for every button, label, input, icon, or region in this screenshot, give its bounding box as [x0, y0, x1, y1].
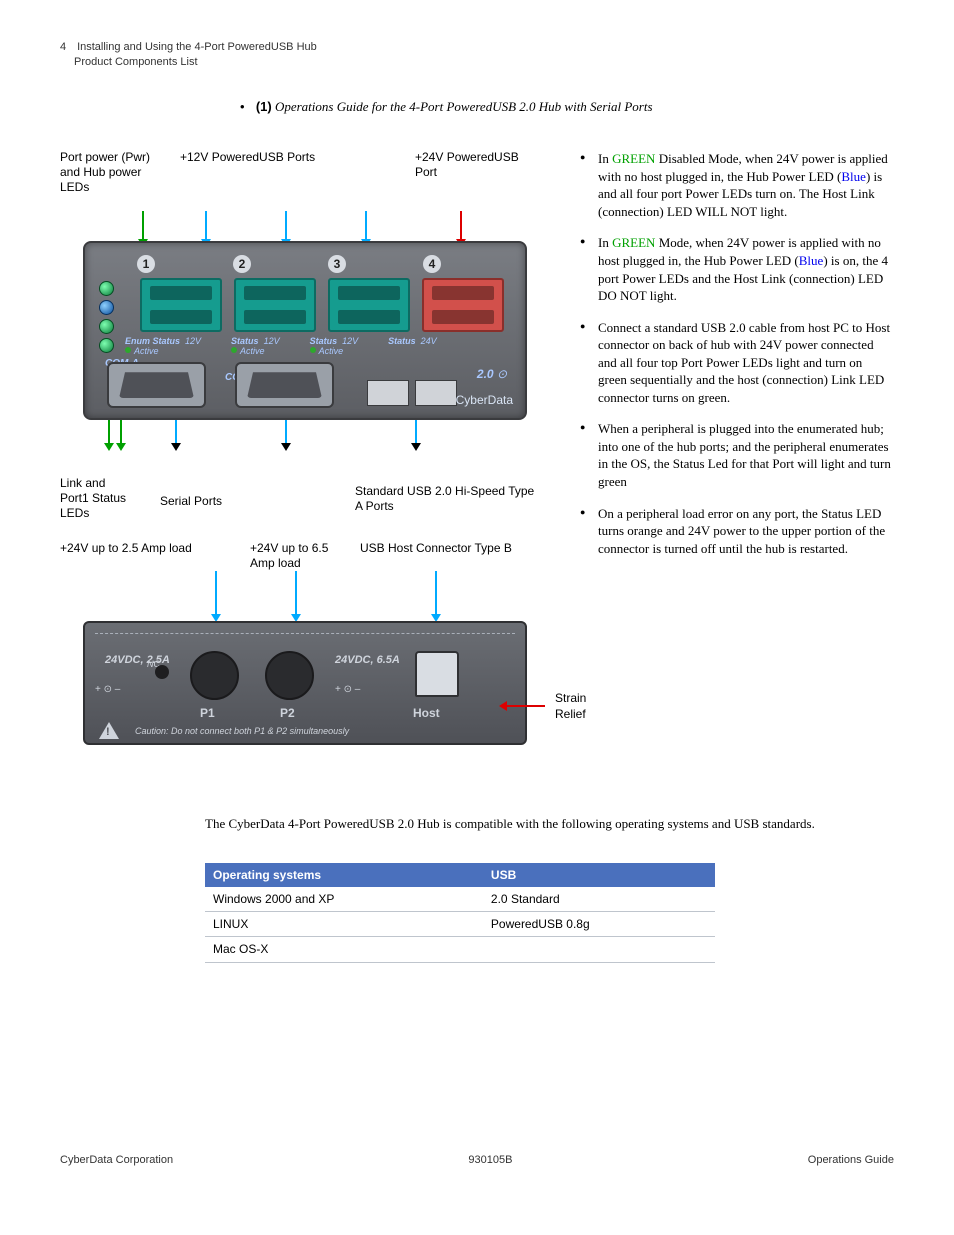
bullet-item: In GREEN Disabled Mode, when 24V power i… — [580, 150, 894, 220]
diagram-column: Port power (Pwr) and Hub power LEDs +12V… — [60, 150, 550, 775]
table-header: USB — [483, 863, 715, 887]
table-header-row: Operating systems USB — [205, 863, 715, 887]
led-icon — [99, 338, 114, 353]
label-port-power-leds: Port power (Pwr) and Hub power LEDs — [60, 150, 170, 195]
arrow-up-icon — [108, 420, 110, 445]
arrow-up-icon — [285, 420, 287, 445]
hazard-icon — [99, 722, 119, 739]
green-text: GREEN — [612, 151, 655, 166]
table-row: LINUX PoweredUSB 0.8g — [205, 912, 715, 937]
p2-label: P2 — [280, 705, 295, 721]
table-cell: 2.0 Standard — [483, 887, 715, 912]
arrow-down-icon — [215, 571, 217, 616]
led-icon — [99, 300, 114, 315]
device-back-view: 24VDC, 2.5A NC 24VDC, 6.5A + ⊙ – + ⊙ – P… — [83, 621, 527, 745]
page-number: 4 — [60, 40, 74, 55]
polarity-icon: + ⊙ – — [335, 683, 360, 697]
arrow-up-icon — [415, 420, 417, 445]
arrow-down-icon — [142, 211, 144, 241]
usb-b-port-icon — [415, 651, 459, 697]
table-cell: PoweredUSB 0.8g — [483, 912, 715, 937]
header-title-2: Product Components List — [74, 56, 198, 68]
usb-port-24v-icon — [422, 278, 504, 332]
label-24v-port: +24V PoweredUSB Port — [415, 150, 535, 180]
header-title-1: Installing and Using the 4-Port PoweredU… — [77, 41, 317, 53]
label-12v-ports: +12V PoweredUSB Ports — [180, 150, 315, 165]
brand-label: CyberData — [456, 392, 513, 408]
power-rating-2: 24VDC, 6.5A — [335, 653, 400, 668]
table-header: Operating systems — [205, 863, 483, 887]
arrow-left-icon — [505, 705, 545, 707]
usb-port-icon — [328, 278, 410, 332]
din-jack-icon — [265, 651, 314, 700]
arrow-up-icon — [120, 420, 122, 445]
footer-center: 930105B — [468, 1153, 512, 1168]
port-number: 3 — [328, 255, 346, 273]
caution-text: Caution: Do not connect both P1 & P2 sim… — [135, 725, 349, 737]
table-cell — [483, 937, 715, 962]
arrow-down-icon — [365, 211, 367, 241]
compatibility-table: Operating systems USB Windows 2000 and X… — [205, 863, 715, 963]
device-front-view: 1 2 3 4 Enum Status 12VActive Status 12V… — [83, 241, 527, 420]
label-24v-65a: +24V up to 6.5 Amp load — [250, 541, 340, 571]
blue-text: Blue — [799, 253, 824, 268]
label-host-type-b: USB Host Connector Type B — [360, 541, 512, 556]
top-bullet-line: • (1) Operations Guide for the 4-Port Po… — [240, 98, 894, 116]
din-jack-icon — [190, 651, 239, 700]
arrow-down-icon — [435, 571, 437, 616]
page-footer: CyberData Corporation 930105B Operations… — [60, 1153, 894, 1168]
guide-title: Operations Guide for the 4-Port PoweredU… — [275, 99, 653, 114]
footer-right: Operations Guide — [808, 1153, 894, 1168]
bullet-item: In GREEN Mode, when 24V power is applied… — [580, 234, 894, 304]
arrow-down-icon — [285, 211, 287, 241]
led-icon — [99, 319, 114, 334]
usb-port-icon — [234, 278, 316, 332]
polarity-icon: + ⊙ – — [95, 683, 120, 697]
arrow-up-icon — [175, 420, 177, 445]
p1-label: P1 — [200, 705, 215, 721]
footer-left: CyberData Corporation — [60, 1153, 173, 1168]
arrow-down-icon — [460, 211, 462, 241]
bullet-list-column: In GREEN Disabled Mode, when 24V power i… — [580, 150, 894, 775]
arrow-down-icon — [205, 211, 207, 241]
status-labels-row: Enum Status 12VActive Status 12VActive S… — [125, 337, 513, 357]
blue-text: Blue — [841, 169, 866, 184]
port-number: 2 — [233, 255, 251, 273]
port-number: 4 — [423, 255, 441, 273]
bullet-item: Connect a standard USB 2.0 cable from ho… — [580, 319, 894, 407]
table-cell: Mac OS-X — [205, 937, 483, 962]
table-row: Mac OS-X — [205, 937, 715, 962]
green-text: GREEN — [612, 235, 655, 250]
usb-port-icon — [140, 278, 222, 332]
bullet-item: On a peripheral load error on any port, … — [580, 505, 894, 558]
bullet-item: When a peripheral is plugged into the en… — [580, 420, 894, 490]
host-label: Host — [413, 705, 440, 721]
table-row: Windows 2000 and XP 2.0 Standard — [205, 887, 715, 912]
label-type-a-ports: Standard USB 2.0 Hi-Speed Type A Ports — [355, 484, 535, 514]
serial-port-icon — [107, 362, 206, 408]
usb-badge: 2.0 ⊙ — [477, 366, 507, 382]
compatibility-intro: The CyberData 4-Port PoweredUSB 2.0 Hub … — [205, 815, 884, 833]
label-link-status: Link and Port1 Status LEDs — [60, 476, 130, 521]
power-leds — [99, 281, 114, 353]
label-24v-25a: +24V up to 2.5 Amp load — [60, 541, 192, 556]
nc-jack-icon — [155, 665, 169, 679]
table-cell: LINUX — [205, 912, 483, 937]
usb-a-port-icon — [415, 380, 457, 406]
label-serial-ports: Serial Ports — [160, 494, 222, 509]
item-count: (1) — [256, 99, 272, 114]
arrow-down-icon — [295, 571, 297, 616]
bullet-dot-icon: • — [240, 99, 245, 114]
table-cell: Windows 2000 and XP — [205, 887, 483, 912]
serial-port-icon — [235, 362, 334, 408]
led-icon — [99, 281, 114, 296]
page-header: 4 Installing and Using the 4-Port Powere… — [60, 40, 894, 70]
usb-a-port-icon — [367, 380, 409, 406]
label-strain-relief: Strain Relief — [555, 690, 586, 722]
port-number: 1 — [137, 255, 155, 273]
